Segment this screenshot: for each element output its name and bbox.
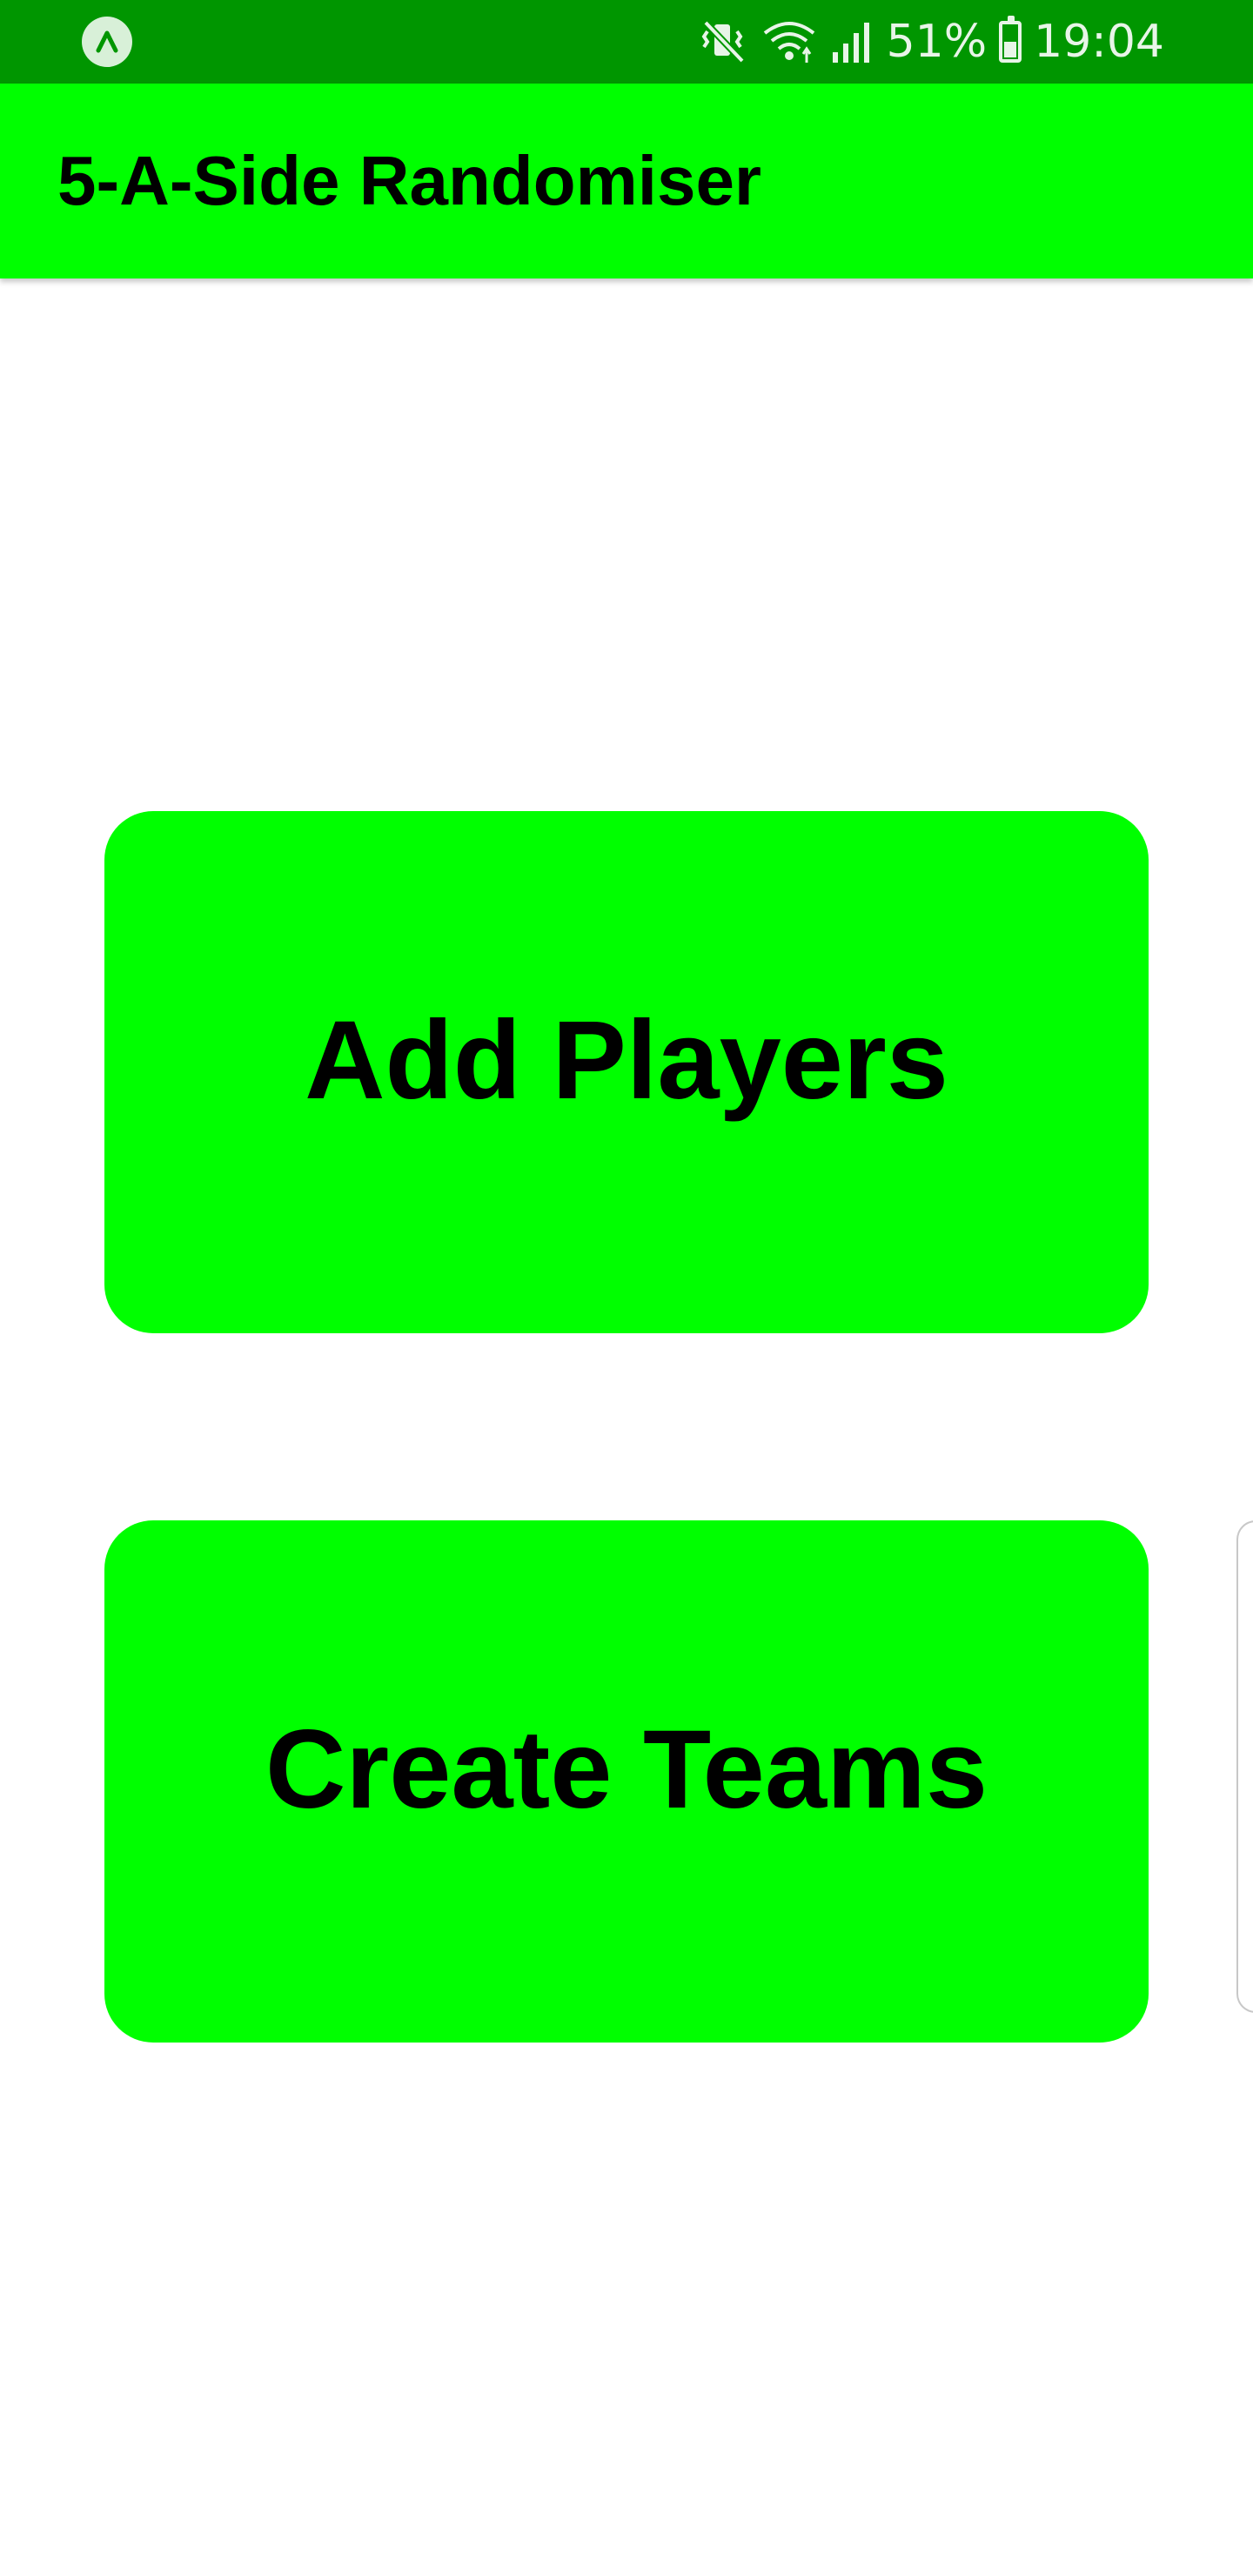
- vibrate-icon: [700, 17, 749, 66]
- clock: 19:04: [1034, 16, 1164, 68]
- app-bar: 5-A-Side Randomiser: [0, 84, 1253, 278]
- battery-icon: [999, 16, 1022, 63]
- add-players-button[interactable]: Add Players: [104, 811, 1149, 1333]
- status-icons: 51% 19:04: [700, 0, 1164, 84]
- wifi-icon: [761, 17, 817, 66]
- signal-icon: [829, 17, 874, 66]
- battery-percent: 51%: [886, 16, 988, 68]
- create-teams-button[interactable]: Create Teams: [104, 1520, 1149, 2043]
- expo-icon: [82, 17, 132, 67]
- app-title: 5-A-Side Randomiser: [57, 142, 762, 219]
- add-players-label: Add Players: [305, 997, 948, 1123]
- create-teams-label: Create Teams: [265, 1707, 988, 1832]
- status-bar: 51% 19:04: [0, 0, 1253, 84]
- edge-panel-handle[interactable]: [1236, 1520, 1253, 2013]
